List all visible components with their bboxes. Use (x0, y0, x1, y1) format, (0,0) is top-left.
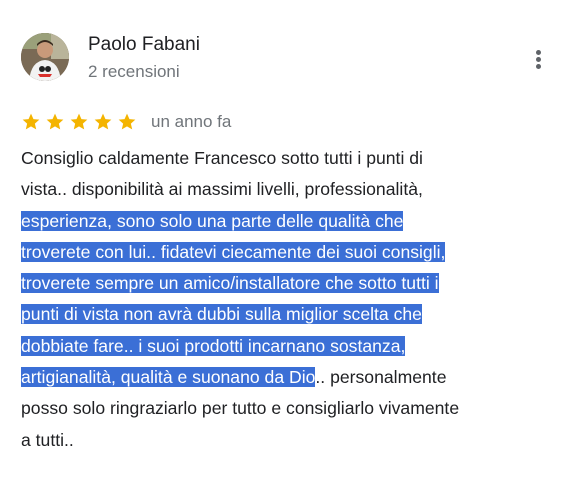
review-date: un anno fa (151, 112, 232, 131)
star-icon (69, 112, 89, 132)
selected-text-segment: dobbiate fare.. i suoi prodotti incarnan… (21, 335, 406, 356)
review-text-segment: a tutti.. (21, 429, 74, 450)
review-text: Consiglio caldamente Francesco sotto tut… (21, 143, 561, 456)
star-icon (93, 112, 113, 132)
star-icon (45, 112, 65, 132)
review-text-line: vista.. disponibilità ai massimi livelli… (21, 174, 561, 205)
author-name[interactable]: Paolo Fabani (88, 34, 200, 56)
review-text-line: posso solo ringraziarlo per tutto e cons… (21, 393, 561, 424)
avatar[interactable] (21, 33, 69, 81)
review-text-line: esperienza, sono solo una parte delle qu… (21, 206, 561, 237)
selected-text-segment: punti di vista non avrà dubbi sulla migl… (21, 304, 422, 325)
selected-text-segment: troverete sempre un amico/installatore c… (21, 273, 439, 294)
selected-text-segment: esperienza, sono solo una parte delle qu… (21, 210, 404, 231)
review-text-line: punti di vista non avrà dubbi sulla migl… (21, 299, 561, 330)
more-options-button[interactable] (525, 46, 551, 74)
review-text-segment: posso solo ringraziarlo per tutto e cons… (21, 398, 460, 419)
review-text-line: troverete con lui.. fidatevi ciecamente … (21, 237, 561, 268)
review-text-line: dobbiate fare.. i suoi prodotti incarnan… (21, 331, 561, 362)
author-review-count[interactable]: 2 recensioni (88, 62, 180, 82)
star-icon (117, 112, 137, 132)
review-text-segment: .. personalmente (315, 367, 447, 388)
review-text-line: artigianalità, qualità e suonano da Dio.… (21, 362, 561, 393)
star-icon (21, 112, 41, 132)
rating-row: un anno fa (21, 110, 231, 134)
selected-text-segment: artigianalità, qualità e suonano da Dio (21, 367, 316, 388)
review-text-line: troverete sempre un amico/installatore c… (21, 268, 561, 299)
profile-photo-icon (21, 33, 69, 81)
review-text-segment: vista.. disponibilità ai massimi livelli… (21, 179, 423, 200)
review-text-line: a tutti.. (21, 425, 561, 456)
selected-text-segment: troverete con lui.. fidatevi ciecamente … (21, 241, 446, 262)
star-rating (21, 112, 141, 132)
review-text-line: Consiglio caldamente Francesco sotto tut… (21, 143, 561, 174)
review-text-segment: Consiglio caldamente Francesco sotto tut… (21, 148, 423, 168)
review-card: Paolo Fabani 2 recensioni un anno fa Con… (0, 0, 574, 481)
